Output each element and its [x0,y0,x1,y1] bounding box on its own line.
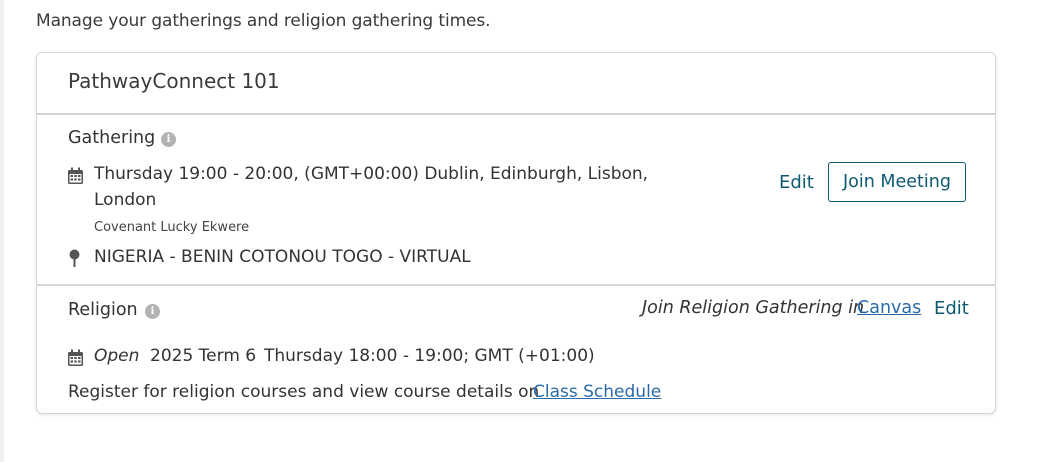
calendar-icon [68,167,83,184]
gathering-schedule-line1: Thursday 19:00 - 20:00, (GMT+00:00) Dubl… [94,164,649,184]
religion-edit-link[interactable]: Edit [934,298,969,319]
canvas-link[interactable]: Canvas [857,298,921,318]
gathering-schedule-line2: London [94,190,157,210]
religion-status: Open [94,346,140,366]
gathering-location: NIGERIA - BENIN COTONOU TOGO - VIRTUAL [94,247,471,267]
join-meeting-button[interactable]: Join Meeting [828,162,966,202]
course-title: PathwayConnect 101 [68,69,280,93]
gathering-info-icon[interactable]: i [161,132,176,147]
gathering-edit-link[interactable]: Edit [779,172,814,193]
calendar-icon [68,349,83,366]
register-text: Register for religion courses and view c… [68,382,540,402]
page-left-border [0,0,4,462]
divider [37,284,995,286]
class-schedule-link[interactable]: Class Schedule [533,382,661,402]
gathering-label: Gathering [68,128,156,148]
join-religion-text: Join Religion Gathering in [642,298,865,318]
religion-schedule: Thursday 18:00 - 19:00; GMT (+01:00) [264,346,595,366]
religion-info-icon[interactable]: i [145,304,160,319]
page-intro-text: Manage your gatherings and religion gath… [36,11,491,31]
course-card: PathwayConnect 101 Gathering i Thursday … [36,52,996,414]
divider [37,113,995,115]
map-pin-icon [69,249,80,267]
religion-term: 2025 Term 6 [150,346,257,366]
facilitator-name: Covenant Lucky Ekwere [94,220,250,235]
religion-label: Religion [68,300,138,320]
